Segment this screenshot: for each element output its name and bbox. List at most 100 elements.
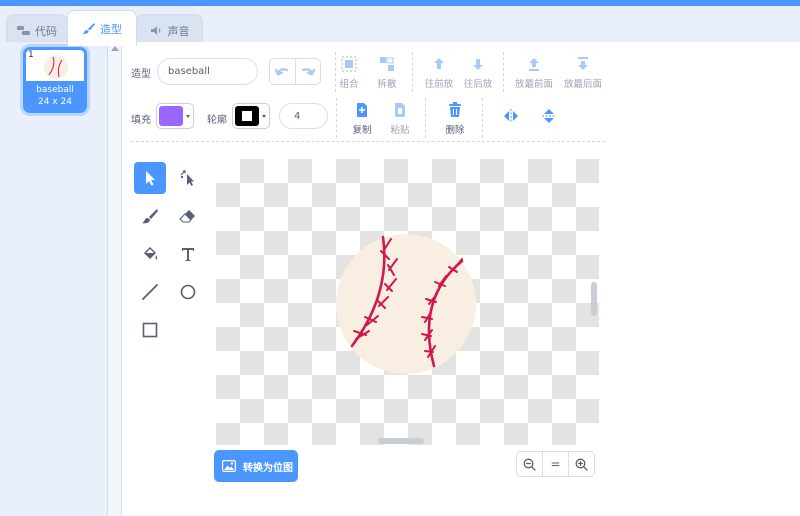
outline-width-value: 4 (294, 110, 301, 122)
scroll-up-arrow-icon[interactable] (111, 46, 119, 51)
tab-sounds-label: 声音 (167, 24, 190, 38)
costume-size: 24 x 24 (38, 97, 72, 107)
tab-costumes[interactable]: 造型 (67, 10, 137, 46)
flip-vertical-button[interactable] (527, 107, 571, 128)
brush-tool[interactable] (134, 200, 166, 232)
delete-button[interactable]: 删除 (433, 101, 477, 136)
zoom-controls: = (516, 451, 595, 477)
costume-item[interactable]: 1 baseball 24 x 24 (23, 47, 87, 113)
backward-label: 往后放 (463, 79, 493, 90)
fill-color-swatch (159, 106, 183, 126)
arrow-up-icon (434, 58, 444, 69)
convert-to-bitmap-button[interactable]: 转换为位图 (214, 450, 298, 482)
convert-to-bitmap-label: 转换为位图 (243, 462, 293, 474)
toolbar-divider (336, 98, 337, 138)
costume-name-input[interactable]: baseball (157, 58, 258, 85)
front-button[interactable]: 放最前面 (508, 55, 560, 90)
costume-info: baseball 24 x 24 (26, 81, 84, 110)
speaker-icon (150, 26, 160, 35)
circle-icon (180, 284, 196, 300)
bring-to-front-icon (529, 58, 539, 71)
costume-number: 1 (28, 50, 34, 60)
outline-color-swatch (235, 106, 259, 126)
image-icon (222, 460, 236, 472)
zoom-out-icon (523, 458, 536, 471)
copy-icon (357, 103, 367, 117)
tab-code-label: 代码 (35, 24, 57, 38)
paste-button[interactable]: 粘贴 (378, 101, 422, 136)
brush-icon (142, 209, 158, 224)
outline-inner-white (242, 111, 252, 121)
fill-label: 填充 (131, 115, 151, 126)
costume-list-scrollbar[interactable] (108, 42, 122, 516)
outline-color-picker[interactable] (232, 103, 270, 129)
forward-label: 往前放 (424, 79, 454, 90)
paste-label: 粘贴 (390, 125, 410, 136)
outline-label: 轮廓 (207, 115, 227, 126)
line-tool[interactable] (134, 276, 166, 308)
eraser-tool[interactable] (172, 200, 204, 232)
undo-button[interactable] (270, 59, 295, 84)
circle-tool[interactable] (172, 276, 204, 308)
paste-icon (395, 103, 405, 117)
code-icon (17, 26, 30, 35)
group-icon (341, 56, 357, 72)
fill-color-picker[interactable] (156, 103, 194, 129)
back-label: 放最后面 (563, 79, 602, 90)
zoom-in-button[interactable] (568, 452, 594, 476)
toolbar-divider (482, 98, 483, 138)
text-icon (182, 248, 194, 261)
toolbar-bottom-divider (131, 141, 605, 142)
ungroup-icon (380, 57, 394, 71)
costume-thumbnail (44, 55, 68, 79)
send-to-back-icon (578, 57, 588, 70)
costume-list (0, 42, 108, 516)
paint-bucket-icon (144, 247, 158, 260)
zoom-reset-button[interactable]: = (542, 452, 568, 476)
arrow-down-icon (473, 59, 483, 70)
rectangle-icon (142, 322, 158, 338)
group-label: 组合 (339, 79, 359, 90)
outline-width-input[interactable]: 4 (279, 103, 328, 129)
costume-name: baseball (36, 85, 74, 95)
eraser-icon (179, 210, 195, 223)
ungroup-button[interactable]: 拆散 (365, 55, 409, 90)
backward-button[interactable]: 往后放 (456, 55, 500, 90)
baseball-drawing (336, 234, 476, 374)
toolbar-divider (412, 52, 413, 92)
line-icon (142, 284, 158, 300)
chevron-down-icon (262, 115, 266, 118)
canvas-horizontal-scrollbar[interactable] (378, 438, 424, 444)
undo-icon (275, 67, 289, 76)
flip-horizontal-icon (504, 109, 518, 123)
zoom-out-button[interactable] (517, 452, 542, 476)
brush-icon (82, 23, 95, 34)
costume-name-label: 造型 (131, 69, 151, 80)
text-tool[interactable] (172, 238, 204, 270)
zoom-reset-label: = (550, 457, 561, 471)
zoom-in-icon (575, 458, 588, 471)
costume-name-value: baseball (168, 66, 210, 77)
canvas-vertical-scrollbar[interactable] (591, 282, 597, 316)
delete-label: 删除 (445, 125, 465, 136)
rectangle-tool[interactable] (134, 314, 166, 346)
editor-tabs: 代码 造型 声音 (0, 6, 800, 46)
redo-button[interactable] (294, 59, 321, 84)
copy-label: 复制 (352, 125, 372, 136)
toolbar-divider (503, 52, 504, 92)
front-label: 放最前面 (514, 79, 553, 90)
drawing-canvas[interactable] (216, 159, 599, 445)
undo-redo-group (269, 58, 321, 85)
arrow-cursor-icon (146, 171, 155, 186)
trash-icon (449, 102, 461, 117)
back-button[interactable]: 放最后面 (557, 55, 609, 90)
reshape-cursor-icon (180, 170, 194, 186)
chevron-down-icon (186, 115, 190, 118)
toolbar-divider (425, 98, 426, 138)
reshape-tool[interactable] (172, 162, 204, 194)
flip-vertical-icon (542, 109, 556, 123)
forward-button[interactable]: 往前放 (417, 55, 461, 90)
fill-tool[interactable] (134, 238, 166, 270)
select-tool[interactable] (134, 162, 166, 194)
redo-icon (301, 67, 315, 76)
